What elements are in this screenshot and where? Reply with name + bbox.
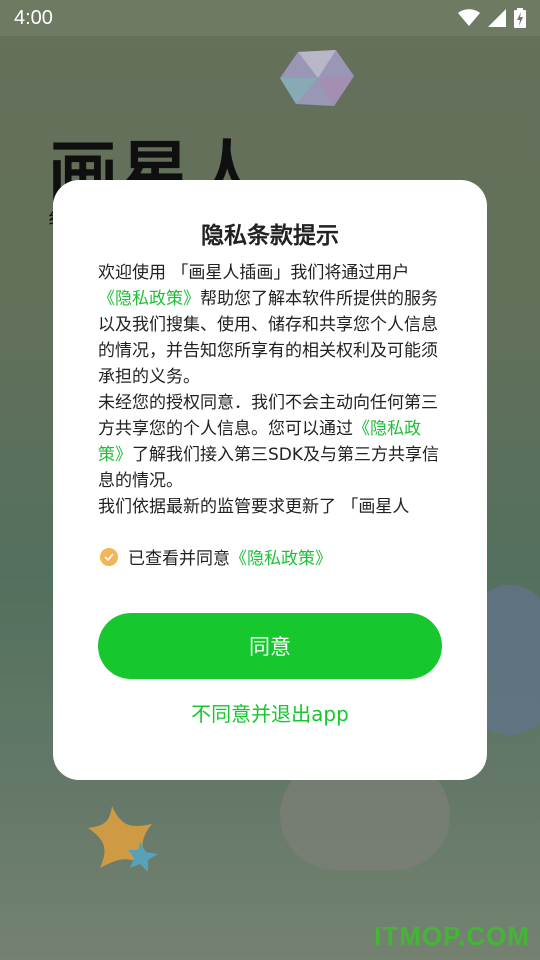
- body-text: 我们依据最新的监管要求更新了 「画星人: [98, 497, 410, 517]
- signal-icon: [488, 9, 506, 27]
- body-paragraph: 未经您的授权同意．我们不会主动向任何第三方共享您的个人信息。您可以通过《隐私政策…: [98, 390, 443, 494]
- privacy-dialog: 隐私条款提示 欢迎使用 「画星人插画」我们将通过用户《隐私政策》帮助您了解本软件…: [53, 180, 487, 780]
- privacy-policy-link[interactable]: 《隐私政策》: [230, 544, 332, 569]
- dialog-body-scroll[interactable]: 欢迎使用 「画星人插画」我们将通过用户《隐私政策》帮助您了解本软件所提供的服务以…: [98, 260, 443, 518]
- privacy-policy-link[interactable]: 《隐私政策》: [98, 289, 200, 309]
- status-icons: [458, 8, 526, 28]
- status-time: 4:00: [14, 6, 53, 29]
- agree-label: 已查看并同意: [128, 549, 230, 569]
- agree-button[interactable]: 同意: [98, 613, 442, 679]
- checkbox-checked-icon[interactable]: [100, 547, 118, 566]
- status-bar: 4:00: [0, 0, 540, 36]
- dialog-title: 隐私条款提示: [201, 223, 339, 249]
- body-text: 了解我们接入第三SDK及与第三方共享信息的情况。: [98, 445, 440, 491]
- agree-checkbox-row[interactable]: 已查看并同意 《隐私政策》: [100, 544, 332, 569]
- wifi-icon: [458, 9, 480, 26]
- battery-charging-icon: [514, 8, 526, 28]
- body-text: 欢迎使用 「画星人插画」我们将通过用户: [98, 263, 410, 283]
- disagree-exit-link[interactable]: 不同意并退出app: [53, 698, 487, 727]
- body-paragraph: 我们依据最新的监管要求更新了 「画星人: [98, 494, 443, 518]
- body-paragraph: 欢迎使用 「画星人插画」我们将通过用户《隐私政策》帮助您了解本软件所提供的服务以…: [98, 260, 443, 390]
